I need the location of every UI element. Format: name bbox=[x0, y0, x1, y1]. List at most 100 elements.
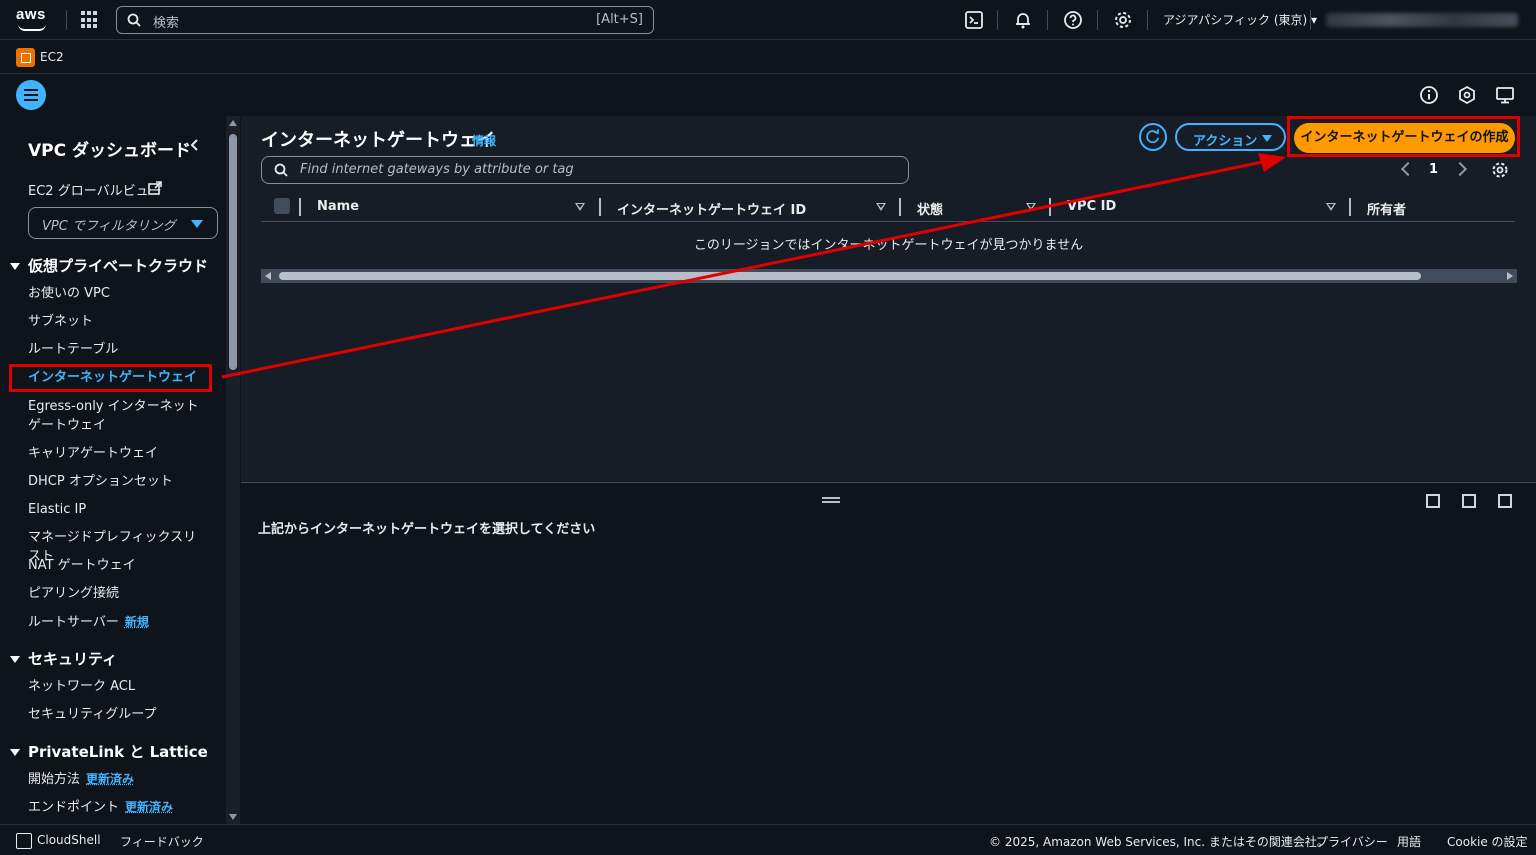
vpc-filter-value: VPC でフィルタリング bbox=[42, 219, 176, 234]
sort-icon[interactable] bbox=[575, 203, 585, 211]
refresh-icon[interactable] bbox=[1139, 123, 1167, 151]
bell-icon[interactable] bbox=[1013, 10, 1033, 30]
sidebar-item-endpoints[interactable]: エンドポイント 更新済み bbox=[28, 798, 206, 817]
actions-button[interactable]: アクション bbox=[1175, 123, 1286, 151]
sort-icon[interactable] bbox=[1026, 203, 1036, 211]
split-panel-message: 上記からインターネットゲートウェイを選択してください bbox=[258, 522, 596, 537]
hexagon-settings-icon[interactable] bbox=[1457, 85, 1477, 105]
column-vpc-id[interactable]: VPC ID bbox=[1067, 199, 1116, 214]
annotation-highlight-sidebar bbox=[9, 364, 212, 392]
column-name[interactable]: Name bbox=[317, 199, 359, 214]
footer-privacy[interactable]: プライバシー bbox=[1316, 833, 1388, 850]
sidebar-item-nat-gateways[interactable]: NAT ゲートウェイ bbox=[28, 556, 206, 575]
sidebar-item-route-servers[interactable]: ルートサーバー 新規 bbox=[28, 613, 206, 632]
monitor-icon[interactable] bbox=[1495, 85, 1515, 105]
cloudshell-icon[interactable] bbox=[16, 833, 32, 849]
sort-icon[interactable] bbox=[876, 203, 886, 211]
scrollbar-thumb[interactable] bbox=[229, 134, 237, 370]
chevron-left-icon[interactable] bbox=[1400, 161, 1416, 177]
top-navigation: aws 検索 [Alt+S] アジアパシフィック (東京) ▾ bbox=[0, 0, 1536, 40]
column-divider[interactable] bbox=[599, 198, 601, 216]
column-igw-id[interactable]: インターネットゲートウェイ ID bbox=[617, 199, 806, 218]
main-content: インターネットゲートウェイ 情報 アクション インターネットゲートウェイの作成 … bbox=[241, 116, 1536, 483]
sort-icon[interactable] bbox=[1326, 203, 1336, 211]
region-selector[interactable]: アジアパシフィック (東京) ▾ bbox=[1163, 11, 1317, 28]
footer-cookie[interactable]: Cookie の設定 bbox=[1447, 833, 1528, 850]
panel-bottom-icon[interactable] bbox=[1426, 494, 1440, 508]
divider bbox=[997, 10, 998, 30]
select-all-checkbox[interactable] bbox=[274, 198, 290, 214]
column-divider[interactable] bbox=[899, 198, 901, 216]
menu-toggle-button[interactable] bbox=[16, 80, 46, 110]
info-link[interactable]: 情報 bbox=[472, 132, 496, 149]
section-privatelink[interactable]: PrivateLink と Lattice bbox=[10, 741, 208, 762]
sidebar-item-route-tables[interactable]: ルートテーブル bbox=[28, 340, 206, 359]
side-navigation: VPC ダッシュボード EC2 グローバルビュー VPC でフィルタリング 仮想… bbox=[0, 116, 226, 824]
sidebar-item-elastic-ip[interactable]: Elastic IP bbox=[28, 500, 206, 519]
sidebar-item-label: エンドポイント bbox=[28, 800, 120, 815]
sidebar-item-subnets[interactable]: サブネット bbox=[28, 312, 206, 331]
drag-handle-icon[interactable] bbox=[822, 497, 840, 503]
page-number[interactable]: 1 bbox=[1429, 162, 1438, 177]
column-divider[interactable] bbox=[1049, 198, 1051, 216]
table-header: Name インターネットゲートウェイ ID 状態 VPC ID 所有者 bbox=[261, 196, 1515, 222]
divider bbox=[1047, 10, 1048, 30]
sidebar-item-dhcp-option-sets[interactable]: DHCP オプションセット bbox=[28, 472, 206, 491]
services-grid-icon[interactable] bbox=[81, 11, 99, 29]
sidebar-item-peering-connections[interactable]: ピアリング接続 bbox=[28, 584, 206, 603]
updated-badge[interactable]: 更新済み bbox=[125, 800, 173, 814]
sidebar-item-network-acls[interactable]: ネットワーク ACL bbox=[28, 677, 206, 696]
new-badge[interactable]: 新規 bbox=[125, 615, 149, 629]
column-owner[interactable]: 所有者 bbox=[1367, 199, 1406, 218]
chevron-right-icon[interactable] bbox=[1452, 161, 1468, 177]
divider bbox=[1310, 10, 1311, 30]
scrollbar-thumb[interactable] bbox=[279, 272, 1421, 280]
account-menu[interactable] bbox=[1326, 13, 1518, 27]
ec2-service-icon[interactable] bbox=[16, 48, 35, 67]
footer-cloudshell[interactable]: CloudShell bbox=[37, 833, 101, 847]
panel-full-icon[interactable] bbox=[1498, 494, 1512, 508]
column-divider[interactable] bbox=[1349, 198, 1351, 216]
aws-logo-text: aws bbox=[16, 6, 46, 23]
scroll-left-icon[interactable] bbox=[265, 272, 271, 280]
aws-logo[interactable]: aws bbox=[16, 6, 50, 34]
table-horizontal-scrollbar[interactable] bbox=[261, 269, 1517, 283]
updated-badge[interactable]: 更新済み bbox=[86, 772, 134, 786]
scroll-down-icon[interactable] bbox=[229, 814, 237, 820]
scroll-up-icon[interactable] bbox=[229, 120, 237, 126]
panel-side-icon[interactable] bbox=[1462, 494, 1476, 508]
vpc-filter-select[interactable]: VPC でフィルタリング bbox=[28, 207, 218, 239]
section-security[interactable]: セキュリティ bbox=[10, 648, 117, 669]
sidenav-ec2-global-view[interactable]: EC2 グローバルビュー bbox=[28, 180, 162, 199]
gear-icon[interactable] bbox=[1491, 161, 1509, 179]
aws-smile-icon bbox=[18, 24, 46, 31]
chevron-left-icon[interactable] bbox=[188, 138, 202, 152]
split-panel: 上記からインターネットゲートウェイを選択してください bbox=[241, 484, 1536, 824]
gear-icon[interactable] bbox=[1113, 10, 1133, 30]
section-vpc[interactable]: 仮想プライベートクラウド bbox=[10, 255, 208, 276]
section-title: 仮想プライベートクラウド bbox=[28, 257, 209, 275]
service-shortcut-ec2[interactable]: EC2 bbox=[40, 50, 64, 64]
sidebar-item-egress-only-gateways[interactable]: Egress-only インターネットゲートウェイ bbox=[28, 397, 206, 435]
sidebar-item-security-groups[interactable]: セキュリティグループ bbox=[28, 705, 206, 724]
sidebar-item-your-vpcs[interactable]: お使いの VPC bbox=[28, 284, 206, 303]
section-title: セキュリティ bbox=[28, 650, 118, 668]
section-title: PrivateLink と Lattice bbox=[28, 743, 208, 761]
sidenav-title[interactable]: VPC ダッシュボード bbox=[28, 136, 191, 161]
table-filter-input[interactable]: Find internet gateways by attribute or t… bbox=[261, 156, 909, 184]
global-search-input[interactable]: 検索 [Alt+S] bbox=[116, 6, 654, 34]
help-icon[interactable] bbox=[1063, 10, 1083, 30]
footer-terms[interactable]: 用語 bbox=[1397, 833, 1421, 850]
sidebar-item-getting-started[interactable]: 開始方法 更新済み bbox=[28, 770, 206, 789]
scroll-right-icon[interactable] bbox=[1507, 272, 1513, 280]
caret-down-icon bbox=[1262, 135, 1272, 142]
sidenav-scrollbar[interactable] bbox=[226, 116, 240, 824]
info-icon[interactable] bbox=[1419, 85, 1439, 105]
cloudshell-icon[interactable] bbox=[964, 10, 984, 30]
footer-feedback[interactable]: フィードバック bbox=[120, 833, 204, 850]
divider bbox=[1097, 10, 1098, 30]
divider bbox=[66, 10, 67, 30]
sidebar-item-carrier-gateways[interactable]: キャリアゲートウェイ bbox=[28, 444, 206, 463]
column-state[interactable]: 状態 bbox=[917, 199, 943, 218]
page-title: インターネットゲートウェイ bbox=[261, 130, 495, 151]
